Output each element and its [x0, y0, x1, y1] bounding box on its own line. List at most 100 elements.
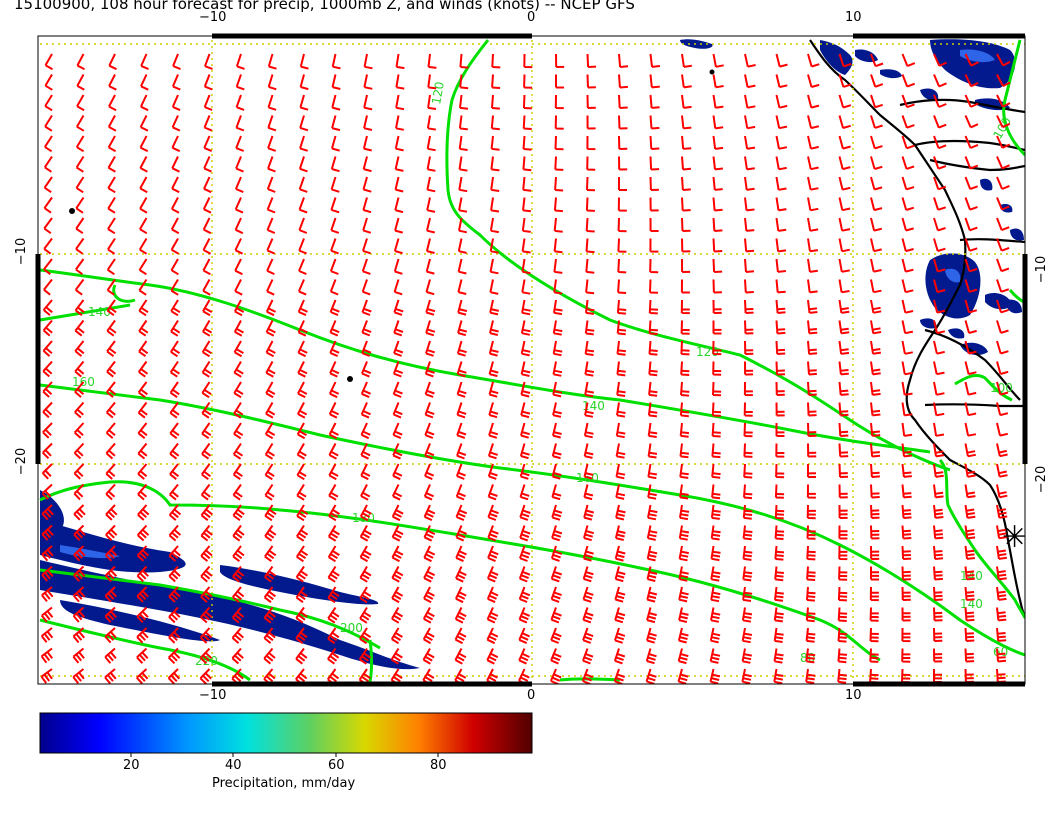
wind-barb	[616, 402, 626, 418]
wind-barb	[136, 524, 150, 542]
wind-barb	[426, 135, 436, 152]
wind-barb	[267, 94, 277, 111]
wind-barb	[172, 53, 181, 71]
wind-barb	[709, 627, 721, 644]
wind-barb	[554, 135, 564, 151]
wind-barb	[679, 443, 690, 459]
wind-barb	[838, 176, 851, 191]
wind-barb	[901, 238, 914, 253]
wind-barb	[393, 299, 404, 316]
wind-barb	[583, 484, 594, 501]
wind-barb	[422, 627, 435, 645]
left-label-lat: −10	[14, 237, 30, 266]
wind-barb	[551, 504, 563, 521]
wind-barb	[201, 381, 212, 399]
wind-barb	[617, 197, 627, 212]
wind-barb	[299, 94, 309, 111]
wind-barb	[709, 668, 721, 684]
wind-barb	[327, 545, 340, 563]
wind-barb	[235, 53, 245, 70]
wind-barb	[201, 340, 212, 358]
wind-barb	[774, 504, 785, 520]
wind-barb	[363, 94, 373, 111]
wind-barb	[424, 381, 435, 398]
wind-barb	[456, 443, 467, 460]
wind-barb	[616, 381, 626, 397]
wind-barb	[646, 627, 657, 644]
wind-barb	[807, 279, 818, 294]
wind-barb	[232, 545, 245, 562]
wind-barb	[775, 299, 786, 314]
wind-barb	[582, 586, 594, 603]
wind-barb	[266, 238, 276, 255]
wind-barb	[870, 484, 880, 499]
wind-barb	[901, 648, 911, 663]
wind-barb	[423, 566, 436, 583]
wind-barb	[233, 320, 244, 337]
wind-barb	[426, 197, 436, 213]
wind-barb	[807, 381, 817, 396]
wind-barb	[393, 320, 404, 337]
wind-barb	[136, 647, 149, 664]
contour-label: 100	[990, 381, 1013, 395]
wind-barb	[774, 586, 784, 602]
wind-barb	[200, 565, 213, 583]
wind-barb	[362, 135, 372, 152]
wind-barb	[647, 422, 658, 438]
wind-barb	[455, 463, 466, 480]
wind-barb	[586, 115, 596, 130]
wind-barb	[807, 115, 820, 130]
wind-barb	[521, 217, 531, 233]
wind-barb	[870, 94, 884, 109]
wind-barb	[200, 483, 211, 501]
wind-barb	[585, 258, 595, 274]
wind-barb	[774, 484, 785, 499]
wind-barb	[870, 238, 882, 253]
wind-barb	[582, 607, 594, 624]
wind-barb	[233, 381, 244, 399]
wind-barb	[329, 258, 339, 275]
wind-barb	[171, 74, 181, 91]
wind-barb	[392, 463, 403, 481]
wind-barb	[296, 443, 307, 460]
wind-barb	[232, 524, 245, 542]
wind-barb	[140, 74, 149, 91]
wind-barb	[457, 279, 467, 295]
wind-barb	[933, 525, 944, 540]
wind-barb	[44, 94, 53, 112]
wind-barb	[330, 238, 339, 255]
wind-barb	[646, 586, 658, 603]
wind-barb	[618, 156, 628, 171]
wind-barb	[838, 566, 848, 581]
wind-barb	[615, 504, 626, 521]
wind-barb	[105, 463, 116, 480]
wind-barb	[744, 176, 755, 191]
wind-barb	[712, 197, 723, 212]
wind-barb	[360, 402, 371, 419]
bottom-label-lon: 0	[527, 688, 536, 703]
wind-barb	[933, 115, 947, 129]
wind-barb	[235, 135, 245, 152]
wind-barb	[617, 217, 627, 233]
wind-barb	[550, 586, 562, 603]
wind-barb	[231, 647, 244, 665]
wind-barb	[104, 627, 117, 644]
wind-barb	[807, 176, 819, 191]
wind-barb	[649, 94, 660, 109]
wind-barb	[996, 627, 1007, 642]
wind-barb	[838, 279, 850, 294]
wind-barb	[203, 156, 212, 173]
wind-barb	[582, 627, 594, 644]
wind-barb	[169, 463, 180, 480]
wind-barb	[169, 442, 180, 460]
wind-barb	[295, 565, 308, 583]
wind-barb	[457, 299, 468, 316]
wind-barb	[870, 176, 883, 191]
wind-barb	[807, 135, 819, 150]
wind-barb	[519, 443, 530, 460]
wind-barb	[107, 156, 116, 173]
wind-barb	[232, 463, 243, 481]
wind-barb	[297, 361, 308, 378]
wind-barb	[488, 381, 499, 398]
wind-barb	[678, 525, 690, 541]
